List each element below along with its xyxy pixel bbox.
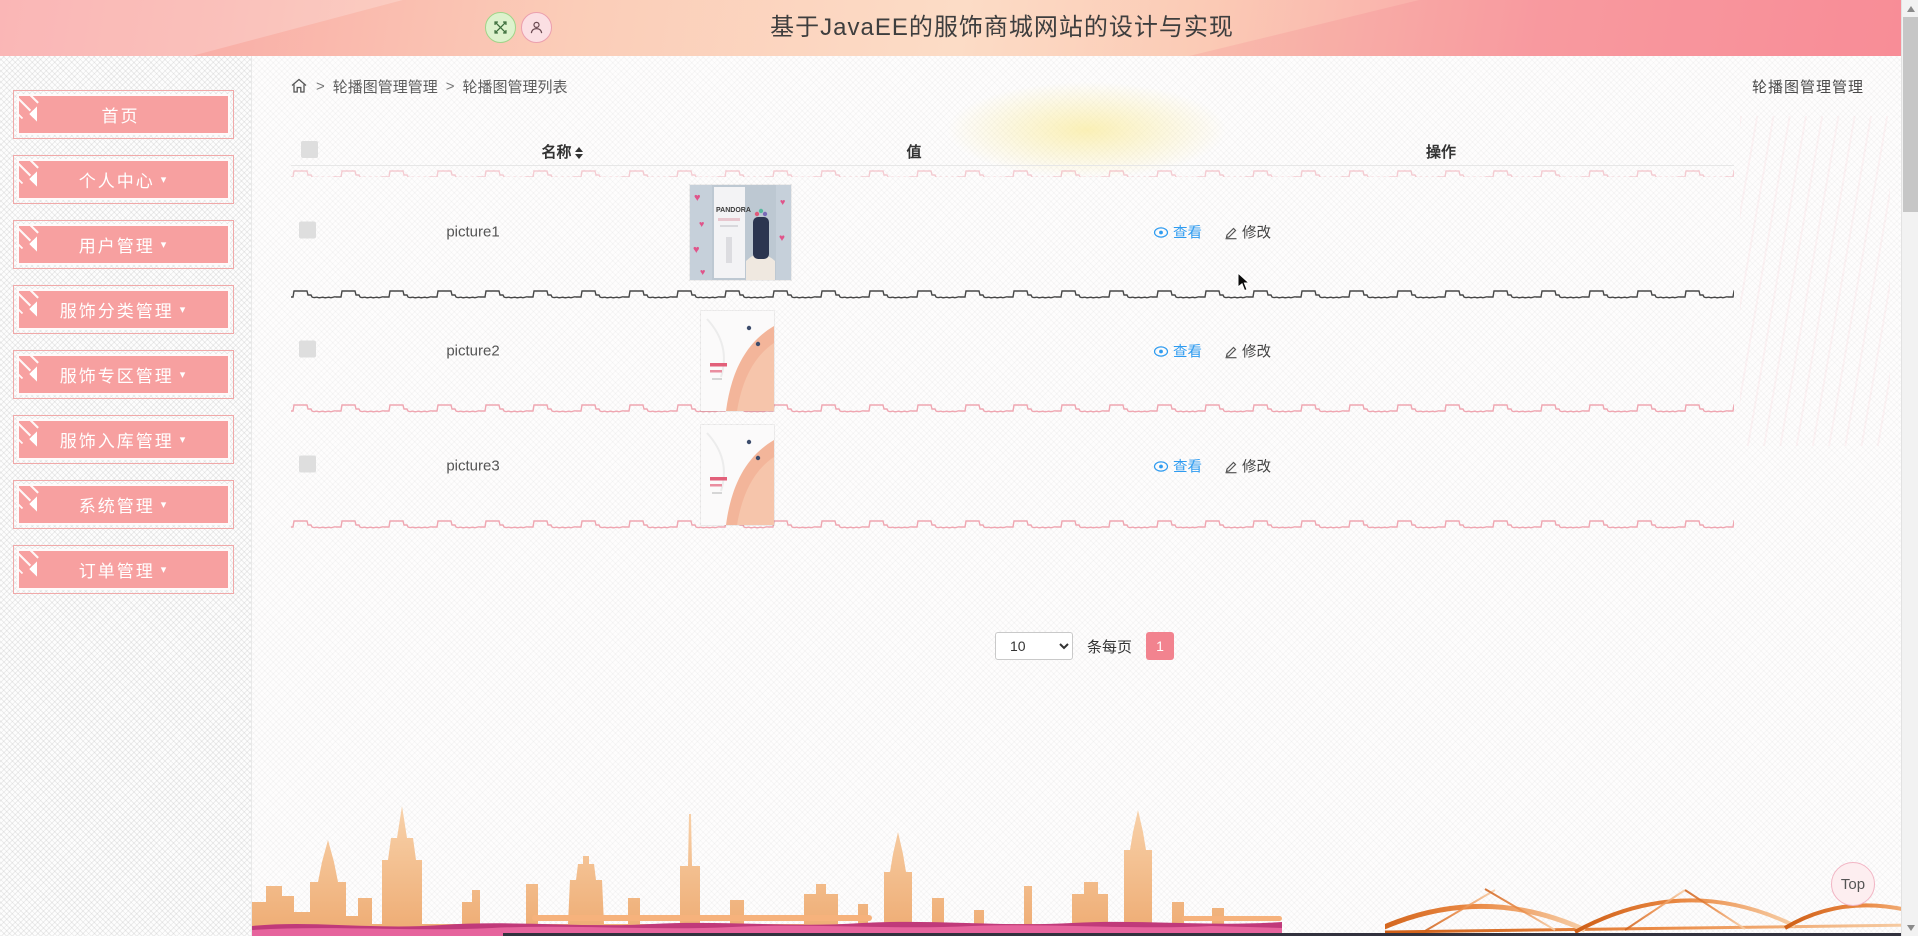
edit-link[interactable]: 修改	[1224, 222, 1271, 243]
fullscreen-button[interactable]	[485, 12, 516, 43]
eye-icon	[1153, 460, 1169, 472]
table-row: picture2 查看 修改	[291, 301, 1734, 411]
sidebar-item-label: 服饰入库管理	[59, 432, 174, 451]
column-header-value: 值	[906, 144, 922, 161]
corner-stripes-decor	[19, 551, 45, 577]
svg-text:♥: ♥	[779, 233, 785, 244]
eye-icon	[1153, 345, 1169, 357]
scrollbar[interactable]	[1901, 0, 1918, 936]
wavy-divider-pink	[291, 517, 1734, 531]
sidebar-item-personal-center[interactable]: 个人中心 ▾	[17, 159, 230, 200]
sidebar-item-clothing-zone[interactable]: 服饰专区管理 ▾	[17, 354, 230, 395]
per-page-label: 条每页	[1087, 638, 1133, 656]
page-size-select[interactable]: 10	[995, 632, 1073, 660]
sidebar-item-clothing-category[interactable]: 服饰分类管理 ▾	[17, 289, 230, 330]
caret-down-icon: ▾	[179, 304, 188, 316]
view-link[interactable]: 查看	[1153, 222, 1202, 243]
user-button[interactable]	[521, 12, 552, 43]
sidebar-item-order-management[interactable]: 订单管理 ▾	[17, 549, 230, 590]
wavy-divider-pink	[291, 401, 1734, 415]
breadcrumb-level1[interactable]: 轮播图管理管理	[333, 76, 438, 97]
sidebar: 首页 个人中心 ▾ 用户管理 ▾ 服饰分类管理 ▾ 服饰专区管理 ▾ 服饰入库管…	[0, 56, 251, 936]
table-row: picture3 查看 修改	[291, 415, 1734, 525]
edit-link[interactable]: 修改	[1224, 456, 1271, 477]
edit-link[interactable]: 修改	[1224, 341, 1271, 362]
caret-down-icon: ▾	[179, 434, 188, 446]
row-checkbox[interactable]	[299, 455, 316, 473]
corner-stripes-decor	[19, 161, 45, 187]
svg-text:♥: ♥	[693, 244, 700, 256]
sidebar-item-label: 首页	[101, 107, 140, 126]
sidebar-item-label: 用户管理	[78, 237, 155, 256]
corner-stripes-decor	[19, 421, 45, 447]
carousel-image-3	[701, 425, 774, 525]
carousel-table: 名称 值 操作 picture1 ♥ ♥ ♥ ♥ ♥ ♥ PANDORA 查看 …	[291, 137, 1734, 531]
column-header-operations: 操作	[1425, 144, 1456, 161]
pagination: 10 条每页 1	[995, 632, 1175, 660]
back-to-top-button[interactable]: Top	[1831, 862, 1875, 906]
sidebar-item-user-management[interactable]: 用户管理 ▾	[17, 224, 230, 265]
home-icon[interactable]	[290, 77, 308, 95]
breadcrumb-separator: >	[445, 77, 455, 95]
row-name: picture1	[446, 223, 500, 241]
sidebar-item-home[interactable]: 首页	[17, 94, 230, 135]
carousel-image-1: ♥ ♥ ♥ ♥ ♥ ♥ PANDORA	[690, 185, 791, 280]
pink-hatch-decor	[1740, 116, 1890, 446]
svg-text:♥: ♥	[700, 267, 705, 277]
edit-icon	[1225, 461, 1237, 473]
sidebar-item-label: 服饰专区管理	[59, 367, 174, 386]
app-header: 基于JavaEE的服饰商城网站的设计与实现	[0, 0, 1918, 56]
row-checkbox[interactable]	[299, 340, 316, 358]
table-header-row: 名称 值 操作	[291, 137, 1734, 166]
view-link[interactable]: 查看	[1153, 341, 1202, 362]
module-title: 轮播图管理管理	[1751, 79, 1864, 96]
scrollbar-thumb[interactable]	[1903, 17, 1918, 212]
city-skyline-decor	[252, 806, 1282, 936]
caret-down-icon: ▾	[160, 499, 169, 511]
row-name: picture3	[446, 457, 500, 475]
sidebar-item-label: 个人中心	[78, 172, 155, 191]
breadcrumb: > 轮播图管理管理 > 轮播图管理列表	[290, 74, 568, 98]
edit-icon	[1225, 227, 1237, 239]
caret-down-icon: ▾	[160, 564, 169, 576]
sort-icon[interactable]	[574, 147, 583, 160]
page-number-button[interactable]: 1	[1146, 632, 1175, 660]
sidebar-item-label: 服饰分类管理	[59, 302, 174, 321]
user-icon	[530, 21, 543, 34]
svg-text:♥: ♥	[699, 219, 704, 229]
sidebar-item-label: 系统管理	[78, 497, 155, 516]
breadcrumb-level2[interactable]: 轮播图管理列表	[463, 76, 568, 97]
svg-text:♥: ♥	[780, 197, 785, 207]
fullscreen-icon	[494, 21, 507, 34]
select-all-checkbox[interactable]	[301, 141, 318, 158]
view-link[interactable]: 查看	[1153, 456, 1202, 477]
scroll-down-arrow[interactable]	[1902, 919, 1918, 936]
sidebar-item-system-management[interactable]: 系统管理 ▾	[17, 484, 230, 525]
carousel-image-2	[701, 311, 774, 411]
corner-stripes-decor	[19, 356, 45, 382]
scroll-up-arrow[interactable]	[1902, 0, 1918, 17]
caret-down-icon: ▾	[179, 369, 188, 381]
sidebar-item-label: 订单管理	[78, 562, 155, 581]
sidebar-item-clothing-stock[interactable]: 服饰入库管理 ▾	[17, 419, 230, 460]
corner-stripes-decor	[19, 226, 45, 252]
svg-text:PANDORA: PANDORA	[716, 207, 751, 214]
wavy-divider-dark	[291, 287, 1734, 301]
caret-down-icon: ▾	[160, 239, 169, 251]
corner-stripes-decor	[19, 486, 45, 512]
eye-icon	[1153, 226, 1169, 238]
edit-icon	[1225, 346, 1237, 358]
row-name: picture2	[446, 342, 500, 360]
wavy-divider-pink	[291, 167, 1734, 177]
caret-down-icon: ▾	[160, 174, 169, 186]
table-row: picture1 ♥ ♥ ♥ ♥ ♥ ♥ PANDORA 查看 修改	[291, 177, 1734, 287]
corner-stripes-decor	[19, 291, 45, 317]
row-checkbox[interactable]	[299, 221, 316, 239]
breadcrumb-separator: >	[316, 77, 325, 95]
svg-text:♥: ♥	[694, 192, 701, 204]
corner-stripes-decor	[19, 96, 45, 122]
page-title: 基于JavaEE的服饰商城网站的设计与实现	[770, 14, 1234, 41]
main-content: > 轮播图管理管理 > 轮播图管理列表 轮播图管理管理 名称 值 操作 pict…	[251, 56, 1918, 936]
column-header-name[interactable]: 名称	[482, 141, 642, 162]
